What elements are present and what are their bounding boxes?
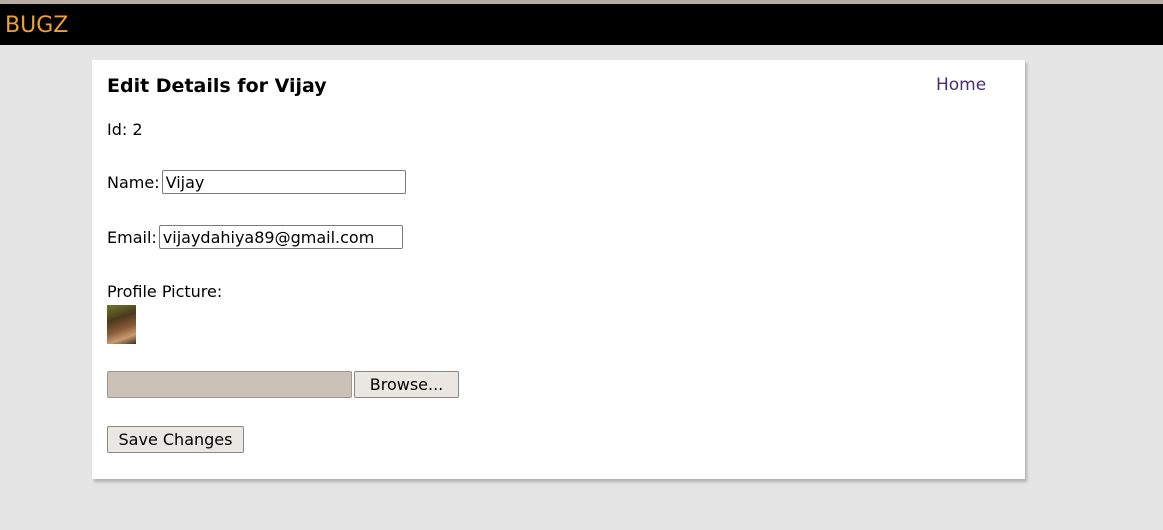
profile-picture-thumbnail [107,305,136,344]
app-header: BUGZ [0,4,1163,45]
page-title: Edit Details for Vijay [107,75,327,97]
id-row: Id: 2 [107,120,143,139]
email-field[interactable] [158,225,403,249]
browse-button[interactable]: Browse... [354,371,459,398]
id-value: 2 [132,120,143,139]
brand-logo[interactable]: BUGZ [5,13,68,38]
save-changes-button[interactable]: Save Changes [107,426,244,453]
file-path-field[interactable] [107,371,352,398]
name-row: Name: [107,170,406,194]
home-link[interactable]: Home [936,75,986,95]
edit-details-card: Edit Details for Vijay Home Id: 2 Name: … [92,60,1025,479]
profile-picture-label: Profile Picture: [107,282,223,301]
name-field[interactable] [161,170,406,194]
email-label: Email: [107,227,157,247]
name-label: Name: [107,172,160,192]
id-label: Id: [107,120,128,139]
file-upload: Browse... [107,371,459,398]
email-row: Email: [107,225,403,249]
